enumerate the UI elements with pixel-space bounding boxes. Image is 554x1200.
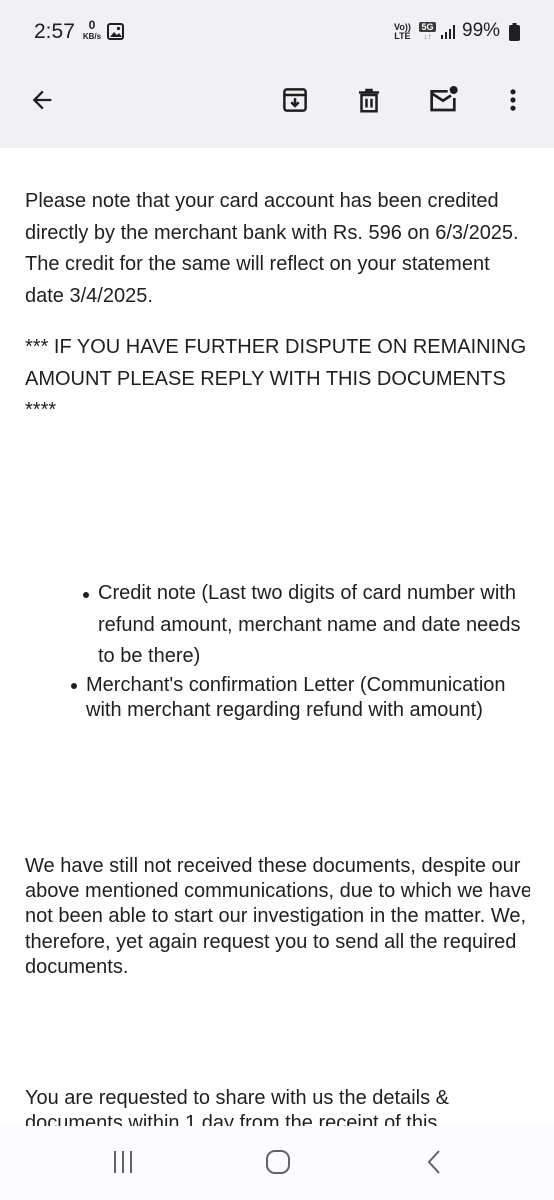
nav-back-icon bbox=[427, 1150, 440, 1174]
system-back-button[interactable] bbox=[414, 1144, 454, 1180]
list-item-credit-note: Credit note (Last two digits of card num… bbox=[83, 578, 530, 673]
volte-line2: LTE bbox=[394, 31, 411, 41]
top-area: 2:57 0 KB/s Vo)) LTE 5G ↓↑ 99% bbox=[0, 0, 554, 148]
network-type: 5G ↓↑ bbox=[419, 22, 436, 41]
more-vertical-icon bbox=[510, 89, 516, 111]
email-paragraph-credit: Please note that your card account has b… bbox=[25, 190, 519, 307]
email-paragraph-reminder: We have still not received these documen… bbox=[25, 855, 530, 978]
delete-button[interactable] bbox=[349, 80, 389, 120]
archive-button[interactable] bbox=[275, 80, 315, 120]
archive-icon bbox=[283, 88, 307, 112]
home-icon bbox=[266, 1150, 290, 1174]
mail-unread-icon bbox=[430, 86, 458, 112]
back-button[interactable] bbox=[22, 80, 62, 120]
network-speed-value: 0 bbox=[88, 18, 96, 32]
status-bar: 2:57 0 KB/s Vo)) LTE 5G ↓↑ 99% bbox=[0, 0, 554, 64]
email-paragraph-request: You are requested to share with us the d… bbox=[25, 1087, 449, 1126]
required-documents-list: Credit note (Last two digits of card num… bbox=[25, 578, 530, 724]
network-speed: 0 KB/s bbox=[80, 18, 104, 42]
email-toolbar bbox=[0, 64, 554, 136]
trash-icon bbox=[359, 88, 379, 113]
email-paragraph-dispute-notice: *** IF YOU HAVE FURTHER DISPUTE ON REMAI… bbox=[25, 336, 527, 421]
home-button[interactable] bbox=[258, 1144, 298, 1180]
arrow-back-icon bbox=[32, 90, 52, 110]
network-speed-unit: KB/s bbox=[82, 32, 102, 41]
mark-unread-button[interactable] bbox=[423, 80, 463, 120]
email-body: Please note that your card account has b… bbox=[25, 148, 530, 1126]
gallery-notification-icon bbox=[107, 23, 124, 45]
network-activity-arrows: ↓↑ bbox=[423, 32, 432, 41]
recents-button[interactable] bbox=[103, 1144, 143, 1180]
list-item-merchant-letter: Merchant's confirmation Letter (Communic… bbox=[71, 673, 530, 724]
system-navigation-bar bbox=[0, 1126, 554, 1200]
signal-icon bbox=[440, 24, 456, 45]
recents-icon bbox=[114, 1151, 132, 1173]
status-time: 2:57 bbox=[34, 20, 75, 43]
battery-percent: 99% bbox=[462, 20, 501, 41]
more-options-button[interactable] bbox=[493, 80, 533, 120]
volte-indicator: Vo)) LTE bbox=[394, 23, 411, 41]
network-type-label: 5G bbox=[419, 22, 436, 32]
battery-icon bbox=[509, 23, 520, 46]
